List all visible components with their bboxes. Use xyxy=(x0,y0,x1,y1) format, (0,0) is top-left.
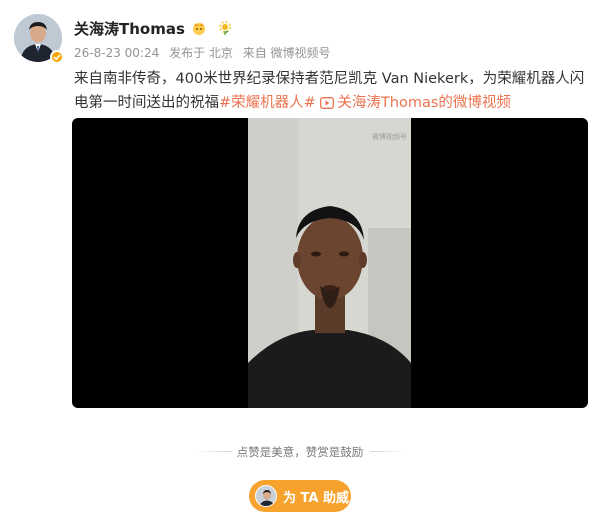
crown-badge-icon xyxy=(192,23,205,35)
reward-note: 点赞是美意，赞赏是鼓励 xyxy=(236,445,364,459)
video-thumbnail xyxy=(248,118,411,408)
support-avatar xyxy=(255,485,277,507)
post-location: 发布于 北京 xyxy=(169,46,233,60)
sun-flower-icon xyxy=(218,21,231,35)
video-player[interactable]: 微博视频号 xyxy=(72,118,588,408)
post-text: 来自南非传奇，400米世界纪录保持者范尼凯克 Van Niekerk，为荣耀机器… xyxy=(74,67,590,115)
play-video-icon xyxy=(320,97,335,109)
divider-right xyxy=(370,451,406,452)
post-header: 关海涛Thomas 26-8-23 00:24 发布于 北京 来自 微博视频号 xyxy=(14,14,574,64)
video-link[interactable]: 关海涛Thomas的微博视频 xyxy=(320,95,511,111)
author-name[interactable]: 关海涛Thomas xyxy=(74,18,185,39)
hashtag-link[interactable]: #荣耀机器人# xyxy=(219,95,316,111)
video-frame: 微博视频号 xyxy=(248,118,411,408)
post-meta: 26-8-23 00:24 发布于 北京 来自 微博视频号 xyxy=(74,44,337,61)
verified-badge-icon xyxy=(50,50,64,64)
video-link-label: 关海涛Thomas的微博视频 xyxy=(337,95,511,111)
support-button[interactable]: 为 TA 助威 xyxy=(249,480,351,512)
video-watermark: 微博视频号 xyxy=(372,133,407,141)
post-time[interactable]: 26-8-23 00:24 xyxy=(74,46,159,60)
support-button-label: 为 TA 助威 xyxy=(283,490,349,506)
post-source[interactable]: 来自 微博视频号 xyxy=(243,46,331,60)
